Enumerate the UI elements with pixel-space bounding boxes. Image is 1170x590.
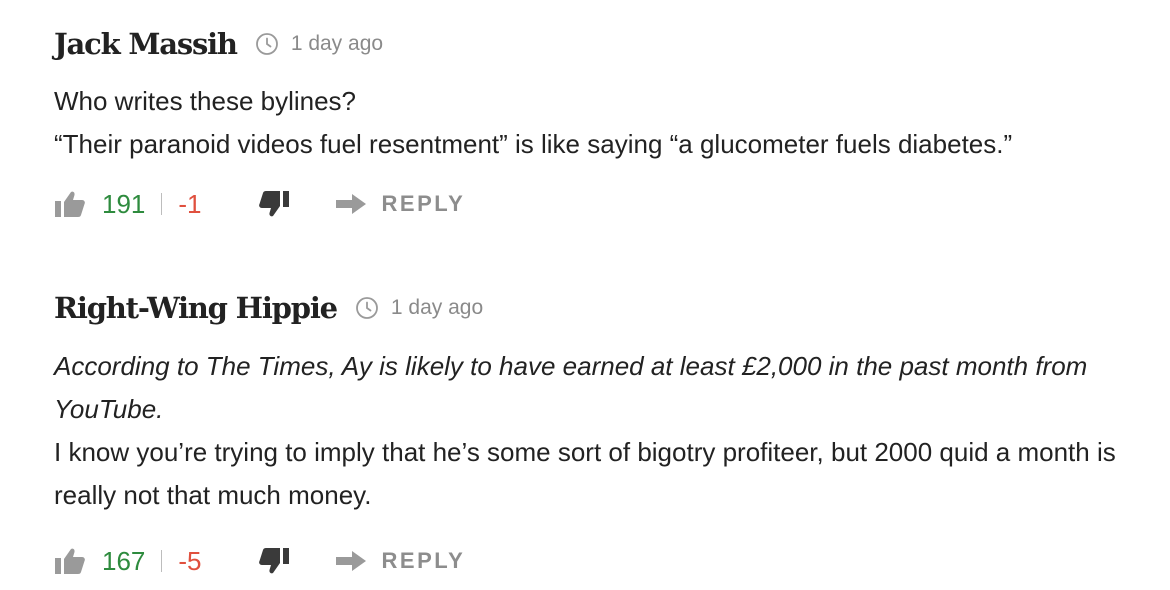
reply-button[interactable]: REPLY bbox=[382, 548, 466, 574]
thumb-down-icon[interactable] bbox=[258, 547, 290, 575]
vote-divider bbox=[161, 550, 163, 572]
thumb-up-icon[interactable] bbox=[54, 547, 86, 575]
reply-arrow-icon[interactable] bbox=[334, 549, 368, 573]
comment-text: “Their paranoid videos fuel resentment” … bbox=[54, 129, 1013, 159]
thumb-down-icon[interactable] bbox=[258, 190, 290, 218]
comment-text: Who writes these bylines? bbox=[54, 86, 357, 116]
comment-timestamp[interactable]: 1 day ago bbox=[391, 296, 483, 320]
comment: Right-Wing Hippie 1 day ago According to… bbox=[54, 288, 1154, 579]
comment: Jack Massih 1 day ago Who writes these b… bbox=[54, 24, 1154, 222]
upvote-count: 191 bbox=[102, 188, 146, 219]
clock-icon bbox=[355, 296, 379, 320]
comment-header: Right-Wing Hippie 1 day ago bbox=[54, 288, 1154, 328]
upvote-count: 167 bbox=[102, 545, 146, 576]
reply-arrow-icon[interactable] bbox=[334, 192, 368, 216]
comment-body: Who writes these bylines? “Their paranoi… bbox=[54, 80, 1154, 166]
comment-actions: 167 -5 REPLY bbox=[54, 543, 1154, 579]
comment-text: I know you’re trying to imply that he’s … bbox=[54, 437, 1116, 510]
thumb-up-icon[interactable] bbox=[54, 190, 86, 218]
comment-actions: 191 -1 REPLY bbox=[54, 186, 1154, 222]
downvote-count: -1 bbox=[178, 188, 202, 219]
clock-icon bbox=[255, 32, 279, 56]
comment-timestamp[interactable]: 1 day ago bbox=[291, 32, 383, 56]
comment-author[interactable]: Jack Massih bbox=[54, 27, 238, 61]
comment-body: According to The Times, Ay is likely to … bbox=[54, 345, 1154, 517]
quote-text: According to The Times, Ay is likely to … bbox=[54, 351, 1088, 424]
downvote-count: -5 bbox=[178, 545, 202, 576]
comment-header: Jack Massih 1 day ago bbox=[54, 24, 1154, 64]
reply-button[interactable]: REPLY bbox=[382, 191, 466, 217]
comment-author[interactable]: Right-Wing Hippie bbox=[54, 291, 338, 325]
vote-divider bbox=[161, 193, 163, 215]
comment-quote: According to The Times, Ay is likely to … bbox=[54, 345, 1154, 431]
